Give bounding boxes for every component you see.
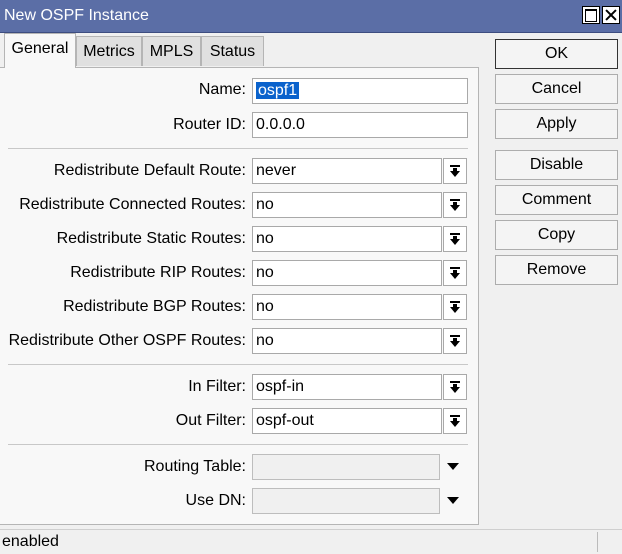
redistribute-bgp-label: Redistribute BGP Routes: [63, 298, 246, 315]
redistribute-default-dropdown-icon[interactable] [443, 158, 467, 184]
divider [8, 148, 468, 149]
redistribute-rip-label: Redistribute RIP Routes: [70, 264, 246, 281]
redistribute-default-select[interactable]: never [252, 158, 442, 184]
in-filter-label: In Filter: [188, 378, 246, 395]
name-input[interactable]: ospf1 [252, 78, 468, 104]
routing-table-dropdown-icon[interactable] [447, 463, 459, 470]
redistribute-other-ospf-label: Redistribute Other OSPF Routes: [8, 332, 246, 349]
redistribute-static-select[interactable]: no [252, 226, 442, 252]
redistribute-bgp-dropdown-icon[interactable] [443, 294, 467, 320]
routing-table-select[interactable] [252, 454, 440, 480]
redistribute-connected-dropdown-icon[interactable] [443, 192, 467, 218]
tab-general[interactable]: General [4, 33, 76, 68]
divider [8, 444, 468, 445]
divider [8, 364, 468, 365]
out-filter-dropdown-icon[interactable] [443, 408, 467, 434]
copy-button[interactable]: Copy [495, 220, 618, 250]
name-label: Name: [198, 81, 246, 98]
close-icon[interactable] [602, 6, 620, 24]
redistribute-static-dropdown-icon[interactable] [443, 226, 467, 252]
use-dn-select[interactable] [252, 488, 440, 514]
ok-button[interactable]: OK [495, 39, 618, 69]
name-value: ospf1 [256, 82, 300, 99]
redistribute-other-ospf-select[interactable]: no [252, 328, 442, 354]
routing-table-label: Routing Table: [144, 458, 246, 475]
use-dn-dropdown-icon[interactable] [447, 497, 459, 504]
general-panel: Name: ospf1 Router ID: 0.0.0.0 Redistrib… [0, 67, 479, 525]
tab-metrics[interactable]: Metrics [76, 36, 142, 66]
redistribute-default-label: Redistribute Default Route: [53, 162, 246, 179]
tab-mpls[interactable]: MPLS [142, 36, 201, 66]
out-filter-label: Out Filter: [175, 412, 246, 429]
comment-button[interactable]: Comment [495, 185, 618, 215]
maximize-icon[interactable] [582, 6, 600, 24]
status-bar: enabled [0, 529, 622, 554]
cancel-button[interactable]: Cancel [495, 74, 618, 104]
router-id-input[interactable]: 0.0.0.0 [252, 112, 468, 138]
status-divider [597, 532, 598, 552]
redistribute-bgp-select[interactable]: no [252, 294, 442, 320]
in-filter-dropdown-icon[interactable] [443, 374, 467, 400]
window-title: New OSPF Instance [4, 7, 149, 24]
out-filter-select[interactable]: ospf-out [252, 408, 442, 434]
tab-status[interactable]: Status [201, 36, 264, 66]
disable-button[interactable]: Disable [495, 150, 618, 180]
redistribute-rip-dropdown-icon[interactable] [443, 260, 467, 286]
apply-button[interactable]: Apply [495, 109, 618, 139]
in-filter-select[interactable]: ospf-in [252, 374, 442, 400]
redistribute-static-label: Redistribute Static Routes: [56, 230, 246, 247]
remove-button[interactable]: Remove [495, 255, 618, 285]
redistribute-other-ospf-dropdown-icon[interactable] [443, 328, 467, 354]
redistribute-connected-label: Redistribute Connected Routes: [19, 196, 246, 213]
use-dn-label: Use DN: [185, 492, 246, 509]
redistribute-rip-select[interactable]: no [252, 260, 442, 286]
status-text: enabled [2, 533, 59, 550]
title-bar[interactable]: New OSPF Instance [0, 0, 622, 33]
redistribute-connected-select[interactable]: no [252, 192, 442, 218]
router-id-label: Router ID: [173, 116, 246, 133]
